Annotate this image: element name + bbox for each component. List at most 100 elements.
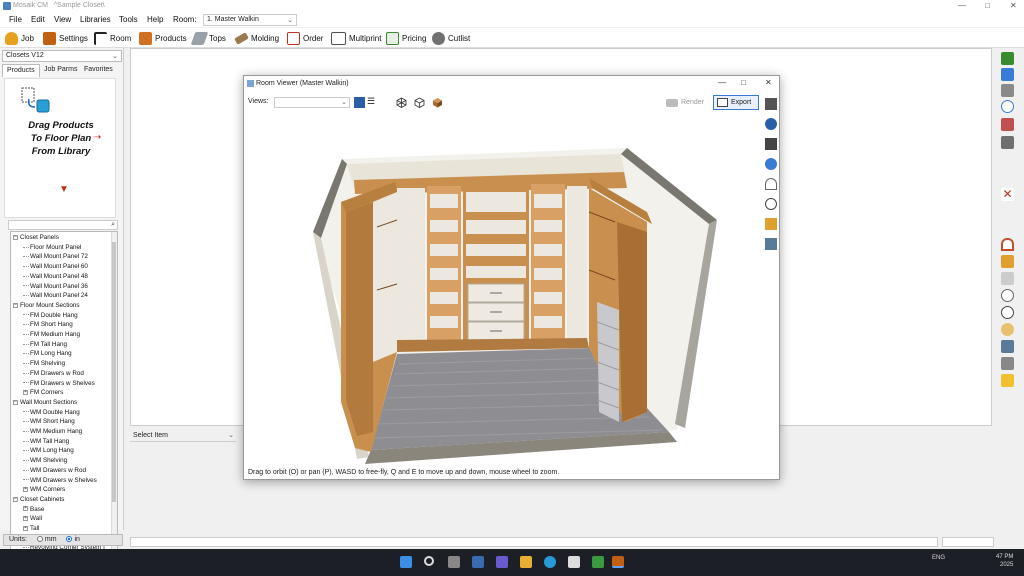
eraser-icon[interactable] xyxy=(1001,118,1014,131)
cutlist-button[interactable]: Cutlist xyxy=(432,30,470,46)
collapse-icon[interactable]: − xyxy=(13,496,18,502)
library-select[interactable]: Closets V12 ⌄ xyxy=(2,50,122,62)
widgets-icon[interactable] xyxy=(472,556,484,568)
magnet-icon[interactable] xyxy=(1001,238,1014,251)
tree-item[interactable]: FM Drawers w Shelves xyxy=(23,379,95,388)
room-3d-canvas[interactable] xyxy=(247,112,762,467)
room-button[interactable]: Room xyxy=(94,30,131,46)
settings-button[interactable]: Settings xyxy=(43,30,88,46)
room-select[interactable]: 1. Master Walkin ⌄ xyxy=(203,14,297,26)
zoom-extents-icon[interactable] xyxy=(1001,323,1014,336)
tree-item[interactable]: Wall Mount Panel 72 xyxy=(23,252,88,261)
select-item-dropdown[interactable]: Select Item ⌄ xyxy=(130,430,236,442)
viewer-refresh-icon[interactable] xyxy=(765,158,777,170)
tree-category[interactable]: − Closet Panels xyxy=(13,233,59,242)
tree-item[interactable]: FM Long Hang xyxy=(23,349,72,358)
tree-item[interactable]: FM Drawers w Rod xyxy=(23,369,84,378)
zoom-icon[interactable] xyxy=(1001,306,1014,319)
views-dropdown[interactable]: ⌄ xyxy=(274,97,350,108)
viewer-minimize-icon[interactable]: — xyxy=(718,78,726,87)
tree-item[interactable]: Wall Mount Panel 24 xyxy=(23,291,88,300)
menu-edit[interactable]: Edit xyxy=(31,15,45,24)
tree-item[interactable]: WM Short Hang xyxy=(23,417,75,426)
collapse-icon[interactable]: − xyxy=(13,302,18,308)
tree-item[interactable]: WM Medium Hang xyxy=(23,427,82,436)
expand-icon[interactable]: + xyxy=(23,390,28,396)
viewer-close-icon[interactable]: ✕ xyxy=(765,78,772,87)
save-view-icon[interactable] xyxy=(354,97,365,108)
walk-icon[interactable] xyxy=(765,218,777,230)
help-icon[interactable] xyxy=(1001,68,1014,81)
expand-icon[interactable]: + xyxy=(23,506,28,512)
tree-item[interactable]: FM Short Hang xyxy=(23,320,73,329)
tab-favorites[interactable]: Favorites xyxy=(80,64,117,77)
move-icon[interactable] xyxy=(1001,340,1014,353)
render-button[interactable]: Render xyxy=(666,96,704,109)
tree-item[interactable]: WM Drawers w Rod xyxy=(23,466,86,475)
tree-item[interactable]: + FM Corners xyxy=(23,388,63,397)
delete-icon[interactable]: ✕ xyxy=(1001,188,1014,201)
menu-libraries[interactable]: Libraries xyxy=(80,15,111,24)
tree-item[interactable]: FM Tall Hang xyxy=(23,340,67,349)
expand-icon[interactable]: + xyxy=(23,525,28,531)
menu-help[interactable]: Help xyxy=(147,15,163,24)
products-button[interactable]: Products xyxy=(139,30,187,46)
check-icon[interactable] xyxy=(1001,52,1014,65)
multiprint-button[interactable]: Multiprint xyxy=(331,30,381,46)
grid-icon[interactable] xyxy=(1001,136,1014,149)
viewer-maximize-icon[interactable]: □ xyxy=(741,78,746,87)
tree-item[interactable]: FM Medium Hang xyxy=(23,330,80,339)
tree-item[interactable]: + Base xyxy=(23,505,44,514)
menu-view[interactable]: View xyxy=(54,15,71,24)
file-explorer-icon[interactable] xyxy=(520,556,532,568)
dimension-icon[interactable] xyxy=(1001,272,1014,285)
list-icon[interactable]: ☰ xyxy=(367,97,378,108)
language-indicator[interactable]: ENG xyxy=(932,555,945,561)
layers-icon[interactable] xyxy=(1001,357,1014,370)
search-icon[interactable] xyxy=(424,556,434,566)
wireframe-cube-icon[interactable] xyxy=(396,97,407,108)
excel-icon[interactable] xyxy=(592,556,604,568)
minimize-icon[interactable]: — xyxy=(958,1,966,10)
tree-item[interactable]: WM Double Hang xyxy=(23,408,80,417)
store-icon[interactable] xyxy=(568,556,580,568)
save-icon[interactable] xyxy=(1001,84,1014,97)
menu-file[interactable]: File xyxy=(9,15,22,24)
order-button[interactable]: Order xyxy=(287,30,323,46)
tree-item[interactable]: + WM Corners xyxy=(23,485,65,494)
tab-products[interactable]: Products xyxy=(2,64,40,77)
expand-icon[interactable]: + xyxy=(23,487,28,493)
3d-view-icon[interactable] xyxy=(1001,100,1014,113)
viewer-help-icon[interactable] xyxy=(765,118,777,130)
start-icon[interactable] xyxy=(400,556,412,568)
tree-category[interactable]: − Closet Cabinets xyxy=(13,495,64,504)
tree-item[interactable]: + Tall xyxy=(23,524,39,533)
tree-item[interactable]: FM Double Hang xyxy=(23,311,78,320)
mosaik-taskbar-icon[interactable] xyxy=(612,556,624,568)
collapse-icon[interactable]: − xyxy=(13,234,18,240)
menu-tools[interactable]: Tools xyxy=(119,15,138,24)
tree-item[interactable]: WM Tall Hang xyxy=(23,437,69,446)
pricing-button[interactable]: Pricing xyxy=(386,30,426,46)
viewer-move-icon[interactable] xyxy=(765,238,777,250)
tree-item[interactable]: Floor Mount Panel xyxy=(23,243,81,252)
cross-tools-icon[interactable] xyxy=(1001,255,1014,268)
hidden-line-cube-icon[interactable] xyxy=(414,97,425,108)
tab-job-parms[interactable]: Job Parms xyxy=(40,64,81,77)
tree-item[interactable]: Wall Mount Panel 36 xyxy=(23,282,88,291)
tree-item[interactable]: Wall Mount Panel 48 xyxy=(23,272,88,281)
tree-category[interactable]: − Floor Mount Sections xyxy=(13,301,80,310)
export-button[interactable]: Export xyxy=(713,95,759,110)
tops-button[interactable]: Tops xyxy=(190,30,226,46)
shaded-cube-icon[interactable] xyxy=(432,97,443,108)
job-button[interactable]: Job xyxy=(5,30,34,46)
maximize-icon[interactable]: □ xyxy=(985,1,990,10)
tree-item[interactable]: FM Shelving xyxy=(23,359,65,368)
tree-scroll-thumb[interactable] xyxy=(112,242,116,502)
tree-item[interactable]: WM Long Hang xyxy=(23,446,74,455)
close-icon[interactable]: ✕ xyxy=(1010,1,1017,10)
library-search-input[interactable]: ⌕ xyxy=(8,220,118,230)
tree-item[interactable]: Wall Mount Panel 60 xyxy=(23,262,88,271)
tree-item[interactable]: WM Shelving xyxy=(23,456,67,465)
molding-button[interactable]: Molding xyxy=(234,30,279,46)
